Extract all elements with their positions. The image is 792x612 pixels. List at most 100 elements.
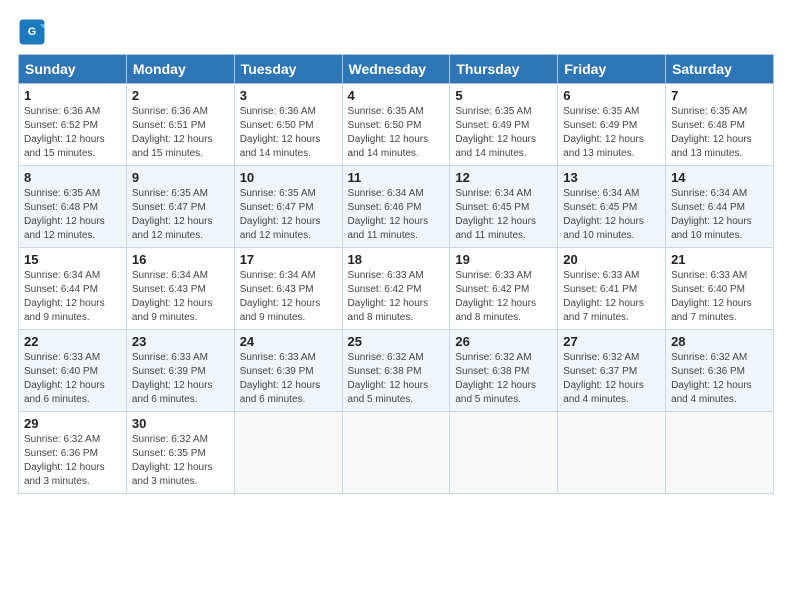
calendar-day-cell: 24Sunrise: 6:33 AM Sunset: 6:39 PM Dayli… — [234, 330, 342, 412]
calendar-day-cell: 15Sunrise: 6:34 AM Sunset: 6:44 PM Dayli… — [19, 248, 127, 330]
day-number: 23 — [132, 334, 229, 349]
calendar-day-cell: 4 Sunrise: 6:35 AM Sunset: 6:50 PM Daylig… — [342, 84, 450, 166]
calendar-day-cell: 9 Sunrise: 6:35 AM Sunset: 6:47 PM Daylig… — [126, 166, 234, 248]
calendar-day-cell: 3Sunrise: 6:36 AM Sunset: 6:50 PM Daylig… — [234, 84, 342, 166]
calendar-week-row: 1 Sunrise: 6:36 AM Sunset: 6:52 PM Daylig… — [19, 84, 774, 166]
calendar-header-cell: Tuesday — [234, 55, 342, 84]
day-number: 19 — [455, 252, 552, 267]
day-number: 2 — [132, 88, 229, 103]
day-number: 18 — [348, 252, 445, 267]
day-info: Sunrise: 6:32 AM Sunset: 6:35 PM Dayligh… — [132, 433, 229, 489]
day-number: 26 — [455, 334, 552, 349]
day-number: 22 — [24, 334, 121, 349]
calendar-day-cell: 27 Sunrise: 6:32 AM Sunset: 6:37 PM Dayli… — [558, 330, 666, 412]
calendar-header-cell: Saturday — [666, 55, 774, 84]
calendar-day-cell: 21Sunrise: 6:33 AM Sunset: 6:40 PM Dayli… — [666, 248, 774, 330]
calendar-day-cell: 29Sunrise: 6:32 AM Sunset: 6:36 PM Dayli… — [19, 412, 127, 494]
calendar-day-cell: 7 Sunrise: 6:35 AM Sunset: 6:48 PM Daylig… — [666, 84, 774, 166]
day-info: Sunrise: 6:34 AM Sunset: 6:43 PM Dayligh… — [132, 269, 229, 325]
calendar-header-cell: Friday — [558, 55, 666, 84]
day-info: Sunrise: 6:32 AM Sunset: 6:38 PM Dayligh… — [348, 351, 445, 407]
calendar-day-cell — [450, 412, 558, 494]
day-info: Sunrise: 6:33 AM Sunset: 6:41 PM Dayligh… — [563, 269, 660, 325]
calendar-day-cell: 12 Sunrise: 6:34 AM Sunset: 6:45 PM Dayli… — [450, 166, 558, 248]
day-number: 6 — [563, 88, 660, 103]
day-number: 16 — [132, 252, 229, 267]
day-info: Sunrise: 6:32 AM Sunset: 6:36 PM Dayligh… — [671, 351, 768, 407]
calendar-week-row: 8Sunrise: 6:35 AM Sunset: 6:48 PM Daylig… — [19, 166, 774, 248]
calendar-header-cell: Sunday — [19, 55, 127, 84]
calendar-day-cell: 25 Sunrise: 6:32 AM Sunset: 6:38 PM Dayli… — [342, 330, 450, 412]
calendar-header-cell: Thursday — [450, 55, 558, 84]
calendar-week-row: 22 Sunrise: 6:33 AM Sunset: 6:40 PM Dayli… — [19, 330, 774, 412]
day-info: Sunrise: 6:33 AM Sunset: 6:42 PM Dayligh… — [455, 269, 552, 325]
calendar-day-cell — [342, 412, 450, 494]
calendar-day-cell: 8Sunrise: 6:35 AM Sunset: 6:48 PM Daylig… — [19, 166, 127, 248]
day-number: 30 — [132, 416, 229, 431]
calendar-day-cell: 2 Sunrise: 6:36 AM Sunset: 6:51 PM Daylig… — [126, 84, 234, 166]
day-info: Sunrise: 6:36 AM Sunset: 6:52 PM Dayligh… — [24, 105, 121, 161]
day-info: Sunrise: 6:35 AM Sunset: 6:49 PM Dayligh… — [563, 105, 660, 161]
day-info: Sunrise: 6:35 AM Sunset: 6:48 PM Dayligh… — [671, 105, 768, 161]
day-number: 25 — [348, 334, 445, 349]
day-info: Sunrise: 6:34 AM Sunset: 6:45 PM Dayligh… — [563, 187, 660, 243]
day-number: 28 — [671, 334, 768, 349]
calendar-day-cell: 10 Sunrise: 6:35 AM Sunset: 6:47 PM Dayli… — [234, 166, 342, 248]
calendar-day-cell: 16 Sunrise: 6:34 AM Sunset: 6:43 PM Dayli… — [126, 248, 234, 330]
day-info: Sunrise: 6:35 AM Sunset: 6:48 PM Dayligh… — [24, 187, 121, 243]
day-number: 14 — [671, 170, 768, 185]
calendar-day-cell — [234, 412, 342, 494]
calendar-day-cell: 23 Sunrise: 6:33 AM Sunset: 6:39 PM Dayli… — [126, 330, 234, 412]
calendar-week-row: 29Sunrise: 6:32 AM Sunset: 6:36 PM Dayli… — [19, 412, 774, 494]
day-number: 27 — [563, 334, 660, 349]
day-number: 5 — [455, 88, 552, 103]
calendar-week-row: 15Sunrise: 6:34 AM Sunset: 6:44 PM Dayli… — [19, 248, 774, 330]
day-number: 20 — [563, 252, 660, 267]
calendar-day-cell — [666, 412, 774, 494]
day-number: 9 — [132, 170, 229, 185]
day-info: Sunrise: 6:33 AM Sunset: 6:40 PM Dayligh… — [24, 351, 121, 407]
day-info: Sunrise: 6:36 AM Sunset: 6:51 PM Dayligh… — [132, 105, 229, 161]
day-info: Sunrise: 6:33 AM Sunset: 6:42 PM Dayligh… — [348, 269, 445, 325]
day-number: 3 — [240, 88, 337, 103]
logo-icon: G — [18, 18, 46, 46]
calendar-day-cell: 22 Sunrise: 6:33 AM Sunset: 6:40 PM Dayli… — [19, 330, 127, 412]
day-number: 15 — [24, 252, 121, 267]
day-info: Sunrise: 6:34 AM Sunset: 6:45 PM Dayligh… — [455, 187, 552, 243]
calendar-day-cell: 5 Sunrise: 6:35 AM Sunset: 6:49 PM Daylig… — [450, 84, 558, 166]
calendar-day-cell: 14 Sunrise: 6:34 AM Sunset: 6:44 PM Dayli… — [666, 166, 774, 248]
day-info: Sunrise: 6:33 AM Sunset: 6:39 PM Dayligh… — [240, 351, 337, 407]
day-info: Sunrise: 6:34 AM Sunset: 6:44 PM Dayligh… — [671, 187, 768, 243]
calendar-day-cell: 30 Sunrise: 6:32 AM Sunset: 6:35 PM Dayli… — [126, 412, 234, 494]
day-info: Sunrise: 6:34 AM Sunset: 6:46 PM Dayligh… — [348, 187, 445, 243]
calendar-day-cell: 11 Sunrise: 6:34 AM Sunset: 6:46 PM Dayli… — [342, 166, 450, 248]
day-number: 12 — [455, 170, 552, 185]
day-info: Sunrise: 6:32 AM Sunset: 6:38 PM Dayligh… — [455, 351, 552, 407]
calendar-header-row: SundayMondayTuesdayWednesdayThursdayFrid… — [19, 55, 774, 84]
calendar-day-cell: 6 Sunrise: 6:35 AM Sunset: 6:49 PM Daylig… — [558, 84, 666, 166]
calendar-header-cell: Wednesday — [342, 55, 450, 84]
day-number: 10 — [240, 170, 337, 185]
calendar-table: SundayMondayTuesdayWednesdayThursdayFrid… — [18, 54, 774, 494]
calendar-day-cell — [558, 412, 666, 494]
day-info: Sunrise: 6:32 AM Sunset: 6:36 PM Dayligh… — [24, 433, 121, 489]
day-number: 4 — [348, 88, 445, 103]
day-info: Sunrise: 6:35 AM Sunset: 6:47 PM Dayligh… — [132, 187, 229, 243]
day-info: Sunrise: 6:33 AM Sunset: 6:39 PM Dayligh… — [132, 351, 229, 407]
day-number: 11 — [348, 170, 445, 185]
day-info: Sunrise: 6:35 AM Sunset: 6:49 PM Dayligh… — [455, 105, 552, 161]
calendar-day-cell: 26 Sunrise: 6:32 AM Sunset: 6:38 PM Dayli… — [450, 330, 558, 412]
day-info: Sunrise: 6:35 AM Sunset: 6:50 PM Dayligh… — [348, 105, 445, 161]
calendar-day-cell: 1 Sunrise: 6:36 AM Sunset: 6:52 PM Daylig… — [19, 84, 127, 166]
day-info: Sunrise: 6:34 AM Sunset: 6:43 PM Dayligh… — [240, 269, 337, 325]
calendar-day-cell: 18 Sunrise: 6:33 AM Sunset: 6:42 PM Dayli… — [342, 248, 450, 330]
calendar-header-cell: Monday — [126, 55, 234, 84]
calendar-body: 1 Sunrise: 6:36 AM Sunset: 6:52 PM Daylig… — [19, 84, 774, 494]
day-number: 7 — [671, 88, 768, 103]
calendar-day-cell: 20 Sunrise: 6:33 AM Sunset: 6:41 PM Dayli… — [558, 248, 666, 330]
day-info: Sunrise: 6:32 AM Sunset: 6:37 PM Dayligh… — [563, 351, 660, 407]
day-number: 1 — [24, 88, 121, 103]
day-info: Sunrise: 6:35 AM Sunset: 6:47 PM Dayligh… — [240, 187, 337, 243]
day-number: 21 — [671, 252, 768, 267]
calendar-day-cell: 13Sunrise: 6:34 AM Sunset: 6:45 PM Dayli… — [558, 166, 666, 248]
